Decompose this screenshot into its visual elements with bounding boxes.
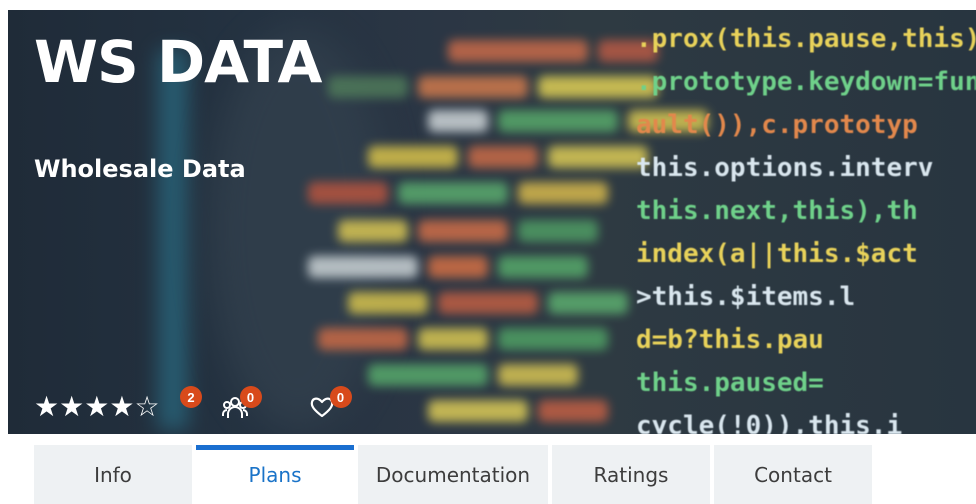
star-filled-icon: ★: [59, 391, 85, 422]
tab-ratings[interactable]: Ratings: [552, 445, 710, 504]
product-subtitle: Wholesale Data: [34, 155, 246, 183]
code-line: cycle(!0)),this.i: [636, 411, 903, 434]
tab-info[interactable]: Info: [34, 445, 192, 504]
hero-banner: .prox(this.pause,this)).on( .prototype.k…: [8, 10, 976, 434]
code-line: d=b?this.pau: [636, 325, 824, 355]
subscribers-count-badge: 0: [239, 386, 262, 408]
tab-documentation[interactable]: Documentation: [358, 445, 548, 504]
subscribers-metric[interactable]: 0: [221, 386, 262, 422]
code-line: this.paused=: [636, 368, 824, 398]
rating-count-badge: 2: [180, 386, 202, 408]
code-line: >this.$items.l: [636, 282, 856, 312]
product-title: WS DATA: [34, 28, 322, 96]
code-line: .prox(this.pause,this)).on(: [636, 24, 976, 54]
tab-contact[interactable]: Contact: [714, 445, 872, 504]
api-product-page: .prox(this.pause,this)).on( .prototype.k…: [0, 0, 976, 504]
rating-stars[interactable]: ★ ★ ★ ★ ☆ 2: [34, 386, 202, 422]
code-line: index(a||this.$act: [636, 239, 918, 269]
code-line: this.options.interv: [636, 153, 934, 183]
product-metrics: ★ ★ ★ ★ ☆ 2 0 0: [34, 386, 352, 422]
code-line: this.next,this),th: [636, 196, 918, 226]
star-filled-icon: ★: [84, 391, 110, 422]
favorites-metric[interactable]: 0: [310, 386, 352, 422]
tab-plans[interactable]: Plans: [196, 445, 354, 504]
code-line: ault()),c.prototyp: [636, 110, 918, 140]
code-line: .prototype.keydown=functio: [636, 67, 976, 97]
star-filled-icon: ★: [109, 391, 135, 422]
favorites-count-badge: 0: [329, 386, 352, 408]
star-empty-icon: ☆: [134, 391, 160, 422]
star-filled-icon: ★: [34, 391, 60, 422]
product-tabs: Info Plans Documentation Ratings Contact: [34, 445, 872, 504]
code-overlay: .prox(this.pause,this)).on( .prototype.k…: [616, 10, 976, 434]
